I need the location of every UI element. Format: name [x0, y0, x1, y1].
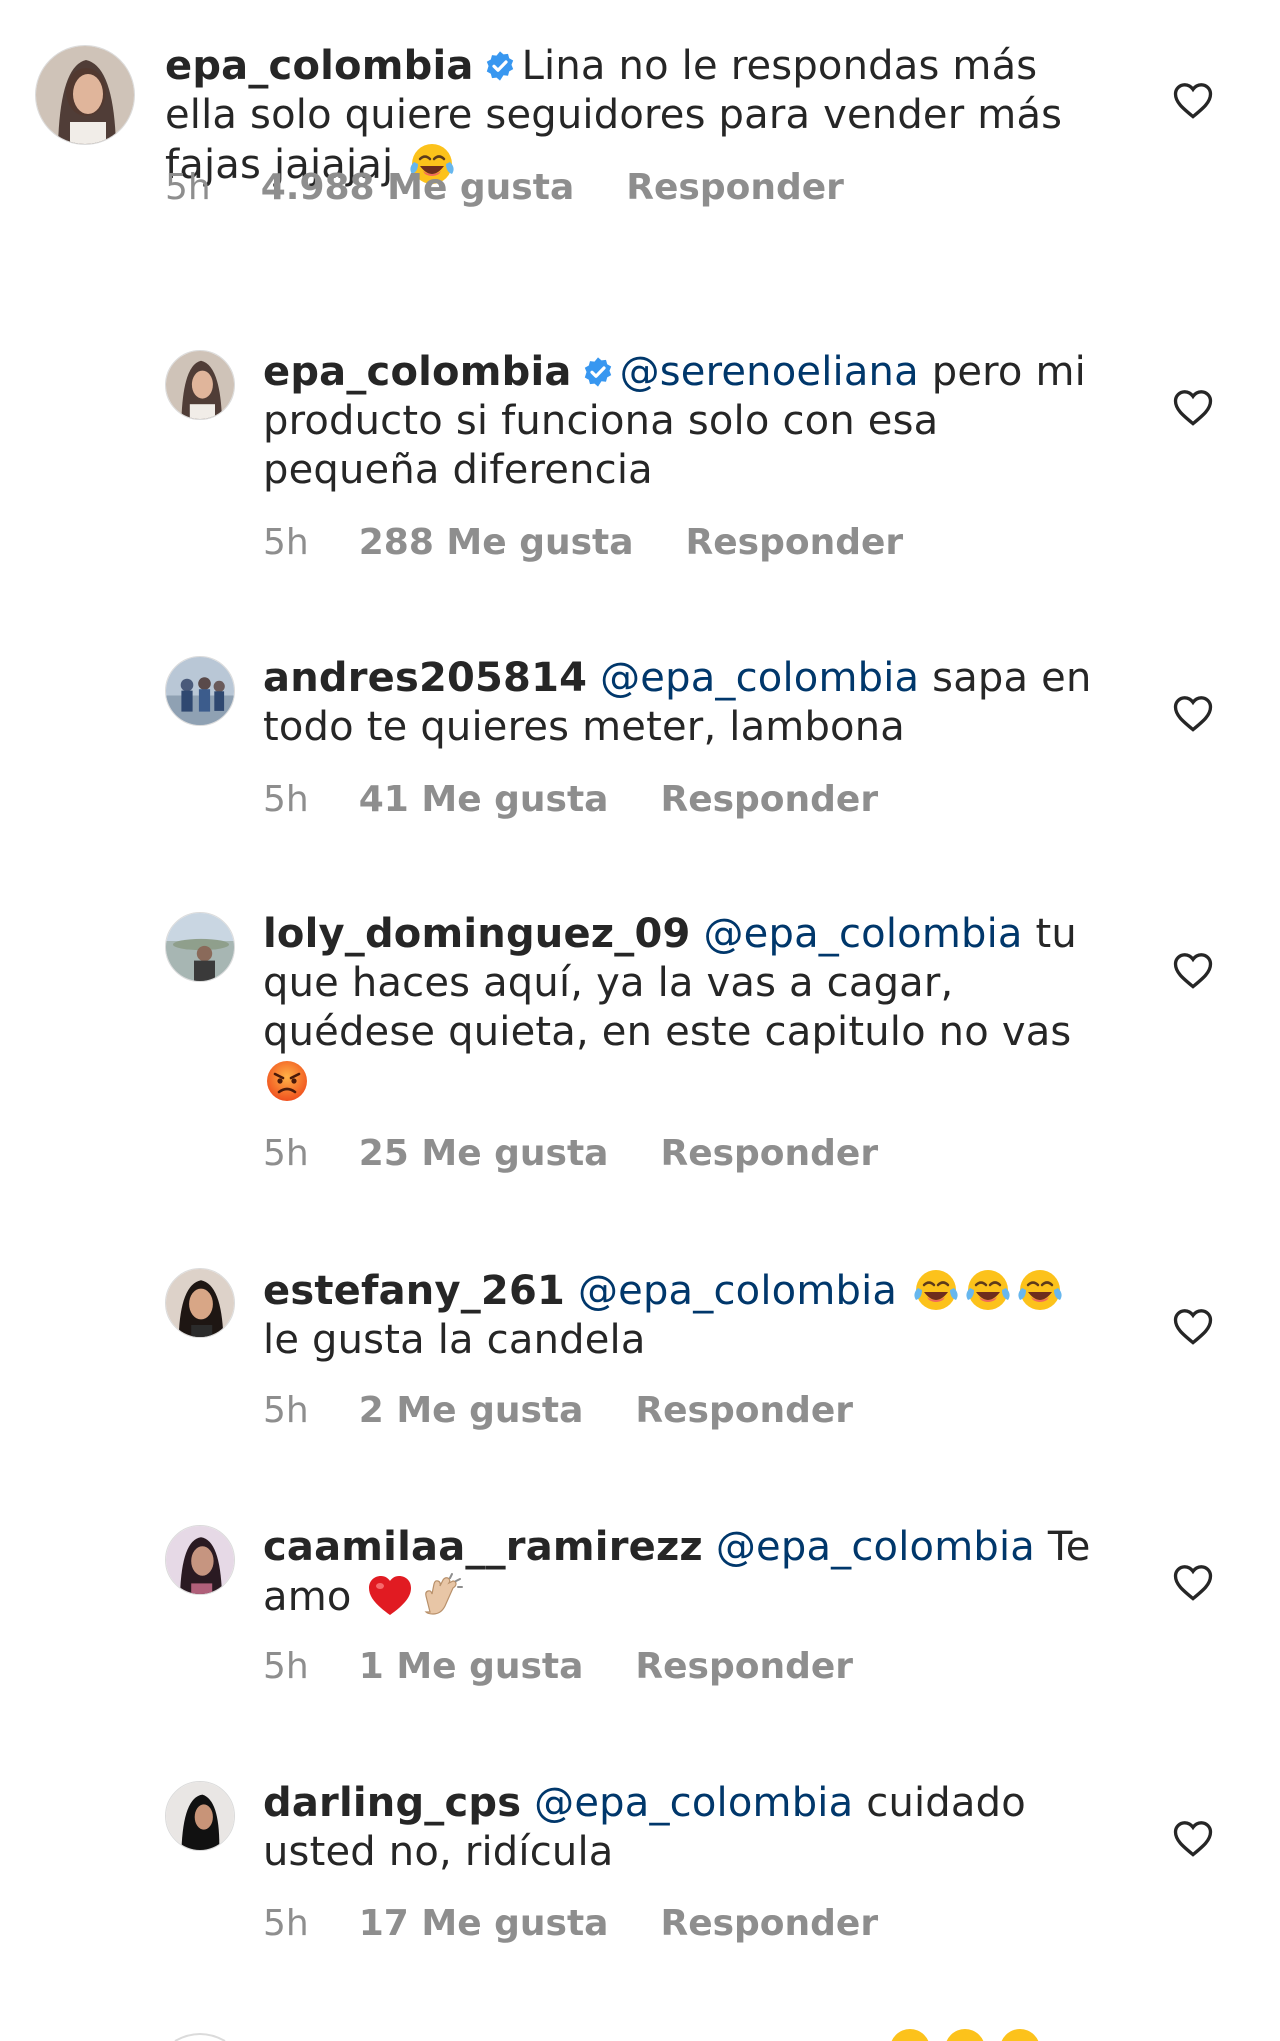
- comment-text: andres205814 @epa_colombia sapa en todo …: [263, 654, 1103, 752]
- comment-username[interactable]: caamilaa__ramirezz: [263, 1524, 703, 1570]
- comment-text: epa_colombia @serenoeliana pero mi produc…: [263, 348, 1103, 495]
- comment-meta: 5h 1 Me gusta Responder: [263, 1646, 853, 1687]
- reply-button[interactable]: Responder: [635, 1390, 853, 1431]
- mention-link[interactable]: @epa_colombia: [600, 655, 919, 701]
- comment-likes-count[interactable]: 288 Me gusta: [359, 522, 634, 563]
- avatar[interactable]: [165, 912, 235, 982]
- avatar[interactable]: [165, 656, 235, 726]
- reply-button[interactable]: Responder: [660, 779, 878, 820]
- comment-time: 5h: [263, 779, 309, 820]
- comment-username[interactable]: loly_dominguez_09: [263, 911, 691, 957]
- comment-time: 5h: [263, 1646, 309, 1687]
- comment-text: caamilaa__ramirezz @epa_colombia Te amo: [263, 1523, 1103, 1622]
- heart-outline-icon[interactable]: [1172, 1306, 1214, 1346]
- comment-text: darling_cps @epa_colombia cuidado usted …: [263, 1779, 1103, 1877]
- mention-link[interactable]: @serenoeliana: [620, 349, 919, 395]
- avatar[interactable]: [165, 1781, 235, 1851]
- comment-likes-count[interactable]: 1 Me gusta: [359, 1646, 584, 1687]
- comment-likes-count[interactable]: 17 Me gusta: [359, 1903, 609, 1944]
- comment-username[interactable]: estefany_261: [263, 1268, 565, 1314]
- mention-link[interactable]: @epa_colombia: [534, 1780, 853, 1826]
- comment-time: 5h: [263, 1903, 309, 1944]
- comment-meta: 5h 25 Me gusta Responder: [263, 1133, 878, 1174]
- comment-meta: 5h 288 Me gusta Responder: [263, 522, 903, 563]
- comment-username[interactable]: epa_colombia: [263, 349, 572, 395]
- heart-outline-icon[interactable]: [1172, 1562, 1214, 1602]
- heart-outline-icon[interactable]: [1172, 387, 1214, 427]
- comment-meta: 5h 17 Me gusta Responder: [263, 1903, 878, 1944]
- comment-likes-count[interactable]: 25 Me gusta: [359, 1133, 609, 1174]
- reply-button[interactable]: Responder: [660, 1903, 878, 1944]
- comment-likes-count[interactable]: 4.988 Me gusta: [261, 167, 575, 208]
- reply-button[interactable]: Responder: [635, 1646, 853, 1687]
- comment-time: 5h: [165, 167, 211, 208]
- heart-outline-icon[interactable]: [1172, 950, 1214, 990]
- comments-feed: epa_colombia Lina no le respondas más ell…: [0, 0, 1280, 2041]
- verified-badge-icon: [584, 357, 611, 387]
- verified-badge-icon: [486, 51, 513, 81]
- heart-outline-icon[interactable]: [1172, 693, 1214, 733]
- reply-button[interactable]: Responder: [660, 1133, 878, 1174]
- next-comment-partial: [0, 2025, 1280, 2041]
- comment-time: 5h: [263, 1133, 309, 1174]
- angry-face-emoji-icon: [267, 1061, 307, 1101]
- comment-likes-count[interactable]: 2 Me gusta: [359, 1390, 584, 1431]
- comment-meta: 5h 4.988 Me gusta Responder: [165, 167, 844, 208]
- comment-time: 5h: [263, 522, 309, 563]
- mention-link[interactable]: @epa_colombia: [716, 1524, 1035, 1570]
- red-heart-emoji-icon: [369, 1576, 412, 1615]
- reply-button[interactable]: Responder: [626, 167, 844, 208]
- comment-body: le gusta la candela: [263, 1317, 646, 1363]
- comment-meta: 5h 2 Me gusta Responder: [263, 1390, 853, 1431]
- comment-likes-count[interactable]: 41 Me gusta: [359, 779, 609, 820]
- comment-text: estefany_261 @epa_colombia le gusta la c…: [263, 1266, 1103, 1365]
- comment-meta: 5h 41 Me gusta Responder: [263, 779, 878, 820]
- mention-link[interactable]: @epa_colombia: [703, 911, 1022, 957]
- heart-outline-icon[interactable]: [1172, 1818, 1214, 1858]
- comment-time: 5h: [263, 1390, 309, 1431]
- avatar[interactable]: [35, 45, 135, 145]
- comment-username[interactable]: andres205814: [263, 655, 587, 701]
- laughing-tears-emoji-icon: [1018, 1270, 1062, 1310]
- avatar[interactable]: [165, 350, 235, 420]
- heart-outline-icon[interactable]: [1172, 80, 1214, 120]
- laughing-tears-emoji-icon: [914, 1270, 958, 1310]
- reply-button[interactable]: Responder: [686, 522, 904, 563]
- mention-link[interactable]: @epa_colombia: [578, 1268, 897, 1314]
- laughing-tears-emoji-icon: [966, 1270, 1010, 1310]
- comment-username[interactable]: darling_cps: [263, 1780, 521, 1826]
- clapping-hands-emoji-icon: [425, 1573, 464, 1615]
- avatar[interactable]: [165, 1268, 235, 1338]
- avatar[interactable]: [165, 1525, 235, 1595]
- comment-username[interactable]: epa_colombia: [165, 43, 474, 89]
- comment-text: loly_dominguez_09 @epa_colombia tu que h…: [263, 910, 1103, 1107]
